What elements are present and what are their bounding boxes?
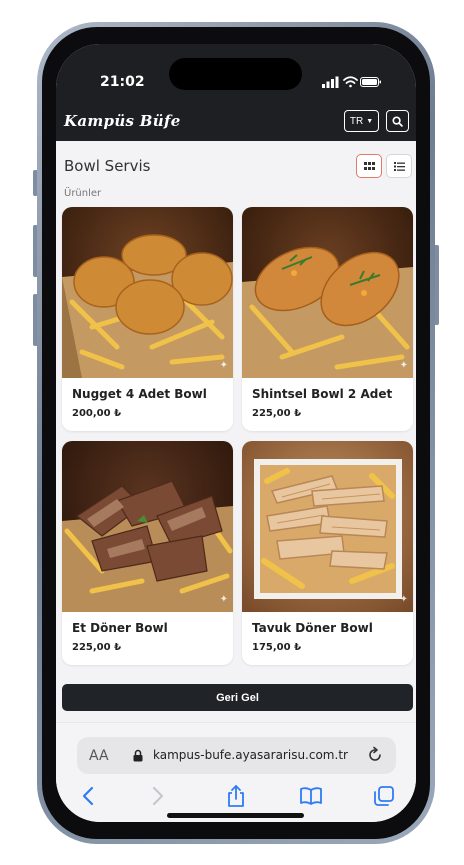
browser-back-button[interactable] <box>73 783 103 809</box>
url-text[interactable]: kampus-bufe.ayasararisu.com.tr <box>153 748 348 762</box>
back-button[interactable]: Geri Gel <box>62 684 413 711</box>
product-image <box>242 441 413 612</box>
browser-toolbar: AA kampus-bufe.ayasararisu.com.tr <box>56 722 416 822</box>
product-name: Et Döner Bowl <box>72 621 168 635</box>
product-price: 225,00 ₺ <box>252 408 302 419</box>
dynamic-island <box>169 58 302 90</box>
list-view-icon <box>393 161 405 171</box>
brand-logo[interactable]: Kampüs Büfe <box>64 112 181 130</box>
sparkle-icon: ✦ <box>399 360 408 371</box>
product-name: Shintsel Bowl 2 Adet <box>252 387 393 401</box>
product-card[interactable]: ✦ Nugget 4 Adet Bowl 200,00 ₺ <box>62 207 233 431</box>
product-card[interactable]: ✦ Tavuk Döner Bowl 175,00 ₺ <box>242 441 413 665</box>
browser-forward-button[interactable] <box>143 783 173 809</box>
search-button[interactable] <box>386 110 409 132</box>
product-name: Tavuk Döner Bowl <box>252 621 373 635</box>
product-price: 175,00 ₺ <box>252 642 302 653</box>
product-card[interactable]: ✦ Shintsel Bowl 2 Adet 225,00 ₺ <box>242 207 413 431</box>
product-price: 200,00 ₺ <box>72 408 122 419</box>
product-price: 225,00 ₺ <box>72 642 122 653</box>
language-dropdown[interactable]: TR ▼ <box>344 110 379 132</box>
product-card[interactable]: ✦ Et Döner Bowl 225,00 ₺ <box>62 441 233 665</box>
battery-icon <box>360 77 381 87</box>
bookmarks-icon <box>300 787 322 805</box>
language-label: TR <box>349 115 364 127</box>
reload-icon[interactable] <box>366 746 384 764</box>
share-button[interactable] <box>221 783 251 809</box>
home-indicator <box>167 813 304 818</box>
phone-frame: 21:02 Kampüs Büfe TR ▼ Bowl Servis Ürünl… <box>37 22 435 844</box>
grid-view-icon <box>363 161 375 170</box>
breadcrumb: Ürünler <box>64 188 102 199</box>
search-icon <box>392 115 403 127</box>
product-image <box>62 441 233 612</box>
product-image <box>242 207 413 378</box>
wifi-icon <box>343 76 358 88</box>
phone-screen: 21:02 Kampüs Büfe TR ▼ Bowl Servis Ürünl… <box>56 44 416 822</box>
address-bar[interactable]: AA kampus-bufe.ayasararisu.com.tr <box>77 737 396 774</box>
reader-aa-button[interactable]: AA <box>89 748 109 764</box>
signal-icon <box>322 76 339 88</box>
lock-icon <box>133 749 143 762</box>
bookmarks-button[interactable] <box>296 783 326 809</box>
navbar: 21:02 Kampüs Büfe TR ▼ <box>56 44 416 141</box>
sparkle-icon: ✦ <box>399 594 408 605</box>
tabs-button[interactable] <box>369 783 399 809</box>
status-icons <box>322 76 381 88</box>
product-image <box>62 207 233 378</box>
tabs-icon <box>374 786 394 806</box>
grid-view-button[interactable] <box>356 154 382 178</box>
sparkle-icon: ✦ <box>219 360 228 371</box>
list-view-button[interactable] <box>386 154 412 178</box>
forward-icon <box>152 786 164 806</box>
page-title: Bowl Servis <box>64 157 151 175</box>
product-name: Nugget 4 Adet Bowl <box>72 387 207 401</box>
share-icon <box>228 785 244 807</box>
sparkle-icon: ✦ <box>219 594 228 605</box>
back-icon <box>82 786 94 806</box>
caret-down-icon: ▼ <box>366 117 374 125</box>
status-time: 21:02 <box>100 74 145 90</box>
